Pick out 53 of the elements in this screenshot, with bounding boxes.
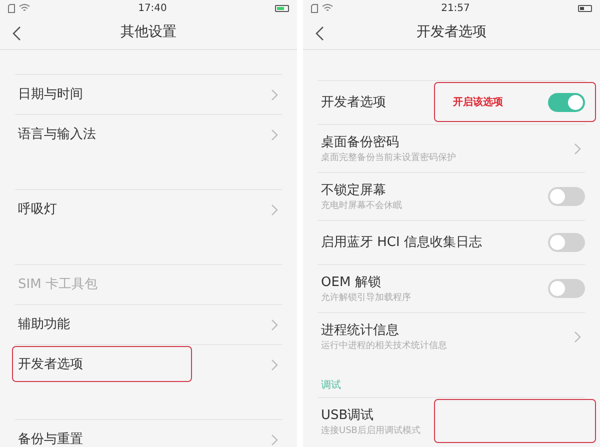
row-label: 不锁定屏幕 bbox=[321, 182, 387, 200]
chevron-right-icon bbox=[574, 330, 581, 342]
row-label: USB调试 bbox=[321, 406, 375, 425]
settings-row[interactable]: 呼吸灯 bbox=[15, 189, 282, 229]
row-label: 备份与重置 bbox=[18, 430, 83, 447]
wifi-icon bbox=[19, 4, 30, 12]
row-label: 开发者选项 bbox=[18, 356, 83, 374]
annotation-text: 开启该选项 bbox=[453, 95, 503, 110]
section-header: 调试 bbox=[320, 378, 342, 393]
settings-row[interactable]: 桌面备份密码 桌面完整备份当前未设置密码保护 bbox=[318, 124, 585, 172]
settings-row[interactable]: 不锁定屏幕 充电时屏幕不会休眠 bbox=[318, 172, 585, 220]
settings-row[interactable]: 辅助功能 bbox=[15, 304, 282, 344]
settings-row[interactable]: 语言与输入法 bbox=[15, 114, 282, 154]
settings-row[interactable]: USB调试 连接USB后启用调试模式 bbox=[318, 397, 585, 445]
sim-card-icon bbox=[8, 4, 15, 12]
toggle-switch[interactable] bbox=[548, 187, 585, 206]
status-time: 21:57 bbox=[441, 2, 470, 16]
row-subtitle: 充电时屏幕不会休眠 bbox=[321, 200, 402, 212]
screen-title: 其他设置 bbox=[120, 23, 176, 42]
row-label: SIM 卡工具包 bbox=[18, 276, 98, 294]
row-subtitle: 运行中进程的相关技术统计信息 bbox=[321, 340, 447, 352]
chevron-right-icon bbox=[574, 142, 581, 154]
toggle-switch[interactable] bbox=[548, 93, 585, 112]
chevron-right-icon bbox=[271, 318, 278, 330]
settings-row[interactable]: 进程统计信息 运行中进程的相关技术统计信息 bbox=[318, 312, 585, 360]
row-subtitle: 允许解锁引导加载程序 bbox=[321, 292, 411, 304]
toggle-switch[interactable] bbox=[548, 279, 585, 298]
row-label: 辅助功能 bbox=[18, 316, 70, 334]
screen-title: 开发者选项 bbox=[416, 23, 486, 42]
chevron-right-icon bbox=[271, 204, 278, 216]
row-subtitle: 连接USB后启用调试模式 bbox=[321, 425, 420, 438]
chevron-right-icon bbox=[271, 434, 278, 446]
row-subtitle: 桌面完整备份当前未设置密码保护 bbox=[321, 152, 456, 164]
row-label: 日期与时间 bbox=[18, 86, 83, 104]
settings-row[interactable]: 备份与重置 bbox=[15, 419, 282, 447]
wifi-icon bbox=[322, 4, 333, 12]
row-label: 开发者选项 bbox=[321, 94, 386, 112]
row-label: 语言与输入法 bbox=[18, 126, 96, 144]
settings-row[interactable]: 日期与时间 bbox=[15, 74, 282, 114]
settings-row[interactable]: 启用蓝牙 HCI 信息收集日志 bbox=[318, 220, 585, 264]
chevron-right-icon bbox=[271, 88, 278, 100]
sim-card-icon bbox=[311, 4, 318, 12]
row-label: 呼吸灯 bbox=[18, 200, 57, 219]
toggle-switch[interactable] bbox=[548, 233, 585, 252]
settings-row[interactable]: 开发者选项 bbox=[15, 344, 282, 384]
chevron-right-icon bbox=[271, 128, 278, 140]
chevron-right-icon bbox=[271, 358, 278, 370]
status-time: 17:40 bbox=[138, 2, 167, 16]
row-label: 启用蓝牙 HCI 信息收集日志 bbox=[321, 234, 482, 252]
row-label: 桌面备份密码 bbox=[321, 134, 400, 152]
row-label: OEM 解锁 bbox=[321, 274, 382, 292]
row-label: 进程统计信息 bbox=[321, 322, 400, 340]
settings-row[interactable]: OEM 解锁 允许解锁引导加载程序 bbox=[318, 264, 585, 312]
